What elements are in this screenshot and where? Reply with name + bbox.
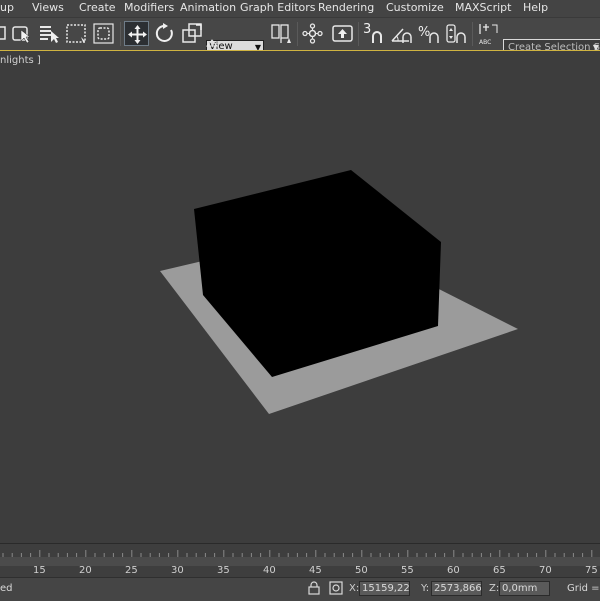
- move-icon[interactable]: [124, 21, 149, 46]
- timeline-tick-label: 75: [585, 565, 598, 576]
- timeline-tick-label: 20: [79, 565, 92, 576]
- timeline-tick-label: 55: [401, 565, 414, 576]
- scale-icon[interactable]: [180, 21, 205, 46]
- x-coordinate-field[interactable]: 15159,222: [359, 581, 410, 596]
- menu-maxscript[interactable]: MAXScript: [455, 1, 511, 14]
- x-coordinate-value: 15159,222: [362, 583, 410, 594]
- svg-text:%: %: [418, 25, 430, 40]
- timeline-tick-label: 30: [171, 565, 184, 576]
- y-coordinate-field[interactable]: 2573,866m: [431, 581, 482, 596]
- manipulate-icon[interactable]: [300, 21, 325, 46]
- pivot-icon[interactable]: [269, 21, 294, 46]
- toolbar-separator: [120, 22, 121, 46]
- menu-group[interactable]: up: [0, 1, 14, 14]
- keyboard-shortcut-override-icon[interactable]: [330, 21, 355, 46]
- edit-named-selection-icon[interactable]: ABC: [476, 21, 501, 46]
- window-crossing-icon[interactable]: [91, 21, 116, 46]
- grid-size-display: Grid = 2: [567, 583, 600, 594]
- z-coordinate-label: Z:: [489, 583, 500, 594]
- main-toolbar: View ▼ 3 % ABC Create Selection Se ▼: [0, 17, 600, 56]
- y-coordinate-value: 2573,866m: [434, 583, 482, 594]
- menu-modifiers[interactable]: Modifiers: [124, 1, 174, 14]
- z-coordinate-field[interactable]: 0,0mm: [499, 581, 550, 596]
- timeline-tick-label: 15: [33, 565, 46, 576]
- menu-views[interactable]: Views: [32, 1, 64, 14]
- toolbar-separator: [297, 22, 298, 46]
- timeline-tick-label: 60: [447, 565, 460, 576]
- timeline-tick-label: 25: [125, 565, 138, 576]
- menu-rendering[interactable]: Rendering: [318, 1, 374, 14]
- angle-snap-icon[interactable]: [389, 21, 414, 46]
- menu-animation[interactable]: Animation: [180, 1, 236, 14]
- menu-help[interactable]: Help: [523, 1, 548, 14]
- menu-customize[interactable]: Customize: [386, 1, 444, 14]
- track-bar[interactable]: 15 20 25 30 35 40 45 50 55 60 65 70 75: [0, 543, 600, 578]
- status-bar: ed X: 15159,222 Y: 2573,866m Z: 0,0mm Gr…: [0, 577, 600, 601]
- timeline-tick-label: 50: [355, 565, 368, 576]
- y-coordinate-label: Y:: [421, 583, 430, 594]
- timeline-tick-label: 40: [263, 565, 276, 576]
- percent-snap-icon[interactable]: %: [416, 21, 441, 46]
- menu-bar: up Views Create Modifiers Animation Grap…: [0, 0, 600, 17]
- rotate-icon[interactable]: [152, 21, 177, 46]
- absolute-mode-icon[interactable]: [329, 581, 343, 595]
- toolbar-separator: [472, 22, 473, 46]
- timeline-tick-label: 65: [493, 565, 506, 576]
- svg-text:ABC: ABC: [479, 39, 491, 46]
- rect-selection-icon[interactable]: [64, 21, 89, 46]
- undo-icon[interactable]: [0, 21, 6, 46]
- status-message: ed: [0, 583, 13, 594]
- x-coordinate-label: X:: [349, 583, 360, 594]
- timeline-tick-label: 35: [217, 565, 230, 576]
- pivot-arrow-icon[interactable]: [206, 37, 218, 49]
- z-coordinate-value: 0,0mm: [502, 583, 538, 594]
- selection-lock-icon[interactable]: [307, 581, 321, 595]
- toolbar-separator: [358, 22, 359, 46]
- timeline-tick-label: 45: [309, 565, 322, 576]
- menu-graph-editors[interactable]: Graph Editors: [240, 1, 316, 14]
- select-object-icon[interactable]: [9, 21, 34, 46]
- perspective-viewport[interactable]: nlights ]: [0, 50, 600, 543]
- timeline-tick-label: 70: [539, 565, 552, 576]
- spinner-snap-icon[interactable]: [443, 21, 468, 46]
- snaps-toggle-icon[interactable]: 3: [362, 21, 387, 46]
- menu-create[interactable]: Create: [79, 1, 116, 14]
- select-by-name-icon[interactable]: [37, 21, 62, 46]
- viewport-scene: [160, 170, 518, 414]
